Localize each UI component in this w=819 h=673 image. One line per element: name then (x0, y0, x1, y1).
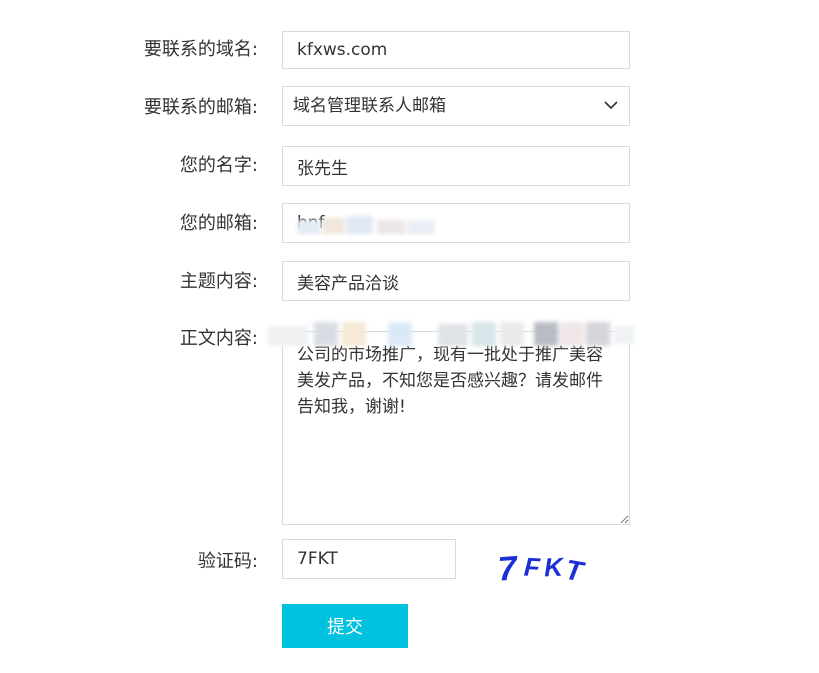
email-label: 您的邮箱: (179, 213, 258, 234)
contact-email-selected: 域名管理联系人邮箱 (293, 96, 446, 116)
contact-email-label: 要联系的邮箱: (143, 97, 258, 118)
domain-label: 要联系的域名: (143, 39, 258, 60)
email-value: hnf (297, 213, 325, 233)
svg-text:K: K (544, 552, 566, 583)
domain-input[interactable] (282, 31, 630, 69)
body-label: 正文内容: (179, 328, 258, 349)
svg-text:7: 7 (497, 549, 521, 588)
body-textarea[interactable]: 公司的市场推广，现有一批处于推广美容美发产品，不知您是否感兴趣？请发邮件告知我，… (282, 331, 630, 525)
name-label: 您的名字: (179, 155, 258, 176)
name-input[interactable] (282, 146, 630, 186)
subject-label: 主题内容: (179, 271, 258, 292)
subject-input[interactable] (282, 261, 630, 301)
submit-button[interactable]: 提交 (282, 604, 408, 648)
captcha-image[interactable]: 7 F K T (494, 546, 590, 588)
chevron-down-icon (604, 101, 618, 110)
svg-text:F: F (523, 551, 542, 582)
captcha-label: 验证码: (197, 551, 258, 572)
captcha-input[interactable] (282, 539, 456, 579)
email-input[interactable]: hnf (282, 203, 630, 243)
contact-email-select[interactable]: 域名管理联系人邮箱 (282, 86, 630, 126)
svg-text:T: T (563, 554, 588, 588)
